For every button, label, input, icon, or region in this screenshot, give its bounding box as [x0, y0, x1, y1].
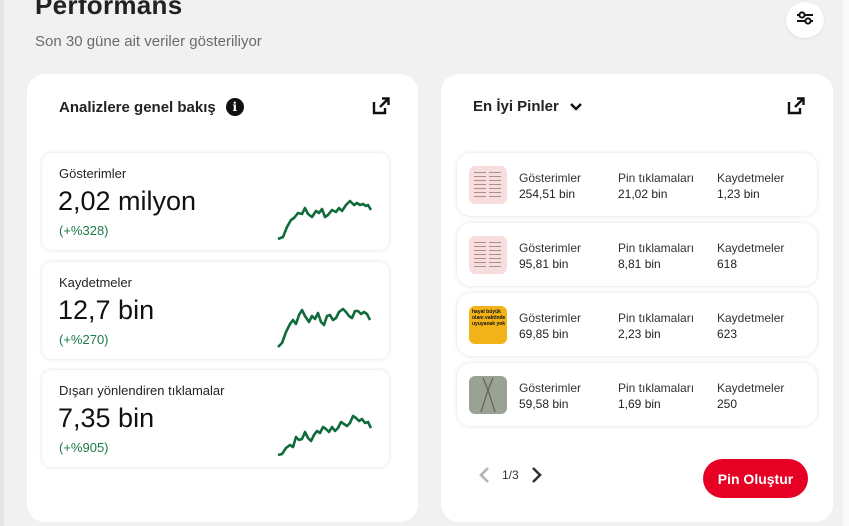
external-link-icon[interactable] [786, 96, 806, 116]
chevron-down-icon [570, 102, 582, 111]
metric-value: 2,02 milyon [58, 186, 197, 216]
top-pins-card: En İyi Pinler Gösterimler 254,51 bin Pin… [441, 74, 833, 522]
page-subtitle: Son 30 güne ait veriler gösteriliyor [35, 33, 262, 50]
metric-saves[interactable]: Kaydetmeler 12,7 bin (+%270) [42, 262, 389, 359]
metric-impressions[interactable]: Gösterimler 2,02 milyon (+%328) [42, 153, 389, 250]
pin-row[interactable]: Gösterimler 254,51 bin Pin tıklamaları 2… [457, 153, 817, 216]
pin-thumbnail [469, 166, 507, 204]
metric-value: 12,7 bin [58, 295, 155, 325]
metric-change: (+%328) [59, 223, 109, 238]
info-icon[interactable]: i [225, 98, 244, 116]
pin-thumbnail [469, 376, 507, 414]
chevron-right-icon[interactable] [529, 466, 543, 484]
outbound-clicks-sparkline [277, 414, 372, 457]
overview-card: Analizlere genel bakış i Gösterimler 2,0… [27, 74, 418, 522]
pin-saves: Kaydetmeler 623 [717, 311, 785, 341]
create-pin-button[interactable]: Pin Oluştur [703, 459, 808, 498]
left-edge [0, 0, 4, 526]
top-pins-dropdown[interactable]: En İyi Pinler [473, 98, 583, 115]
overview-title: Analizlere genel bakış [59, 98, 216, 116]
pagination-label: 1/3 [502, 468, 519, 482]
pin-impressions: Gösterimler 69,85 bin [519, 311, 582, 341]
metric-change: (+%270) [59, 332, 109, 347]
pin-saves: Kaydetmeler 250 [717, 381, 785, 411]
pin-thumbnail-text: hayal büyük olanı vaktinde uyuyanak yok [472, 309, 506, 327]
filter-icon [797, 11, 813, 25]
pin-row[interactable]: Gösterimler 59,58 bin Pin tıklamaları 1,… [457, 363, 817, 426]
metric-label: Kaydetmeler [59, 275, 132, 290]
filter-button[interactable] [786, 2, 824, 38]
right-edge [843, 0, 849, 526]
metric-outbound-clicks[interactable]: Dışarı yönlendiren tıklamalar 7,35 bin (… [42, 370, 389, 467]
metric-change: (+%905) [59, 440, 109, 455]
impressions-sparkline [277, 199, 372, 241]
pin-impressions: Gösterimler 59,58 bin [519, 381, 582, 411]
overview-header: Analizlere genel bakış i [59, 98, 244, 116]
metric-label: Gösterimler [59, 166, 127, 181]
pin-clicks: Pin tıklamaları 1,69 bin [618, 381, 695, 411]
external-link-icon[interactable] [371, 96, 391, 116]
pin-impressions: Gösterimler 95,81 bin [519, 241, 582, 271]
pin-clicks: Pin tıklamaları 21,02 bin [618, 171, 695, 201]
pin-row[interactable]: hayal büyük olanı vaktinde uyuyanak yok … [457, 293, 817, 356]
metric-label: Dışarı yönlendiren tıklamalar [59, 383, 225, 398]
saves-sparkline [277, 307, 372, 348]
pin-thumbnail: hayal büyük olanı vaktinde uyuyanak yok [469, 306, 507, 344]
pin-impressions: Gösterimler 254,51 bin [519, 171, 582, 201]
pin-saves: Kaydetmeler 618 [717, 241, 785, 271]
chevron-left-icon[interactable] [478, 466, 492, 484]
pin-row[interactable]: Gösterimler 95,81 bin Pin tıklamaları 8,… [457, 223, 817, 286]
pagination: 1/3 [478, 466, 543, 484]
pin-clicks: Pin tıklamaları 2,23 bin [618, 311, 695, 341]
pin-thumbnail [469, 236, 507, 274]
page-title: Performans [35, 0, 183, 20]
pin-saves: Kaydetmeler 1,23 bin [717, 171, 785, 201]
pin-clicks: Pin tıklamaları 8,81 bin [618, 241, 695, 271]
top-pins-title: En İyi Pinler [473, 98, 559, 115]
metric-value: 7,35 bin [58, 403, 155, 433]
